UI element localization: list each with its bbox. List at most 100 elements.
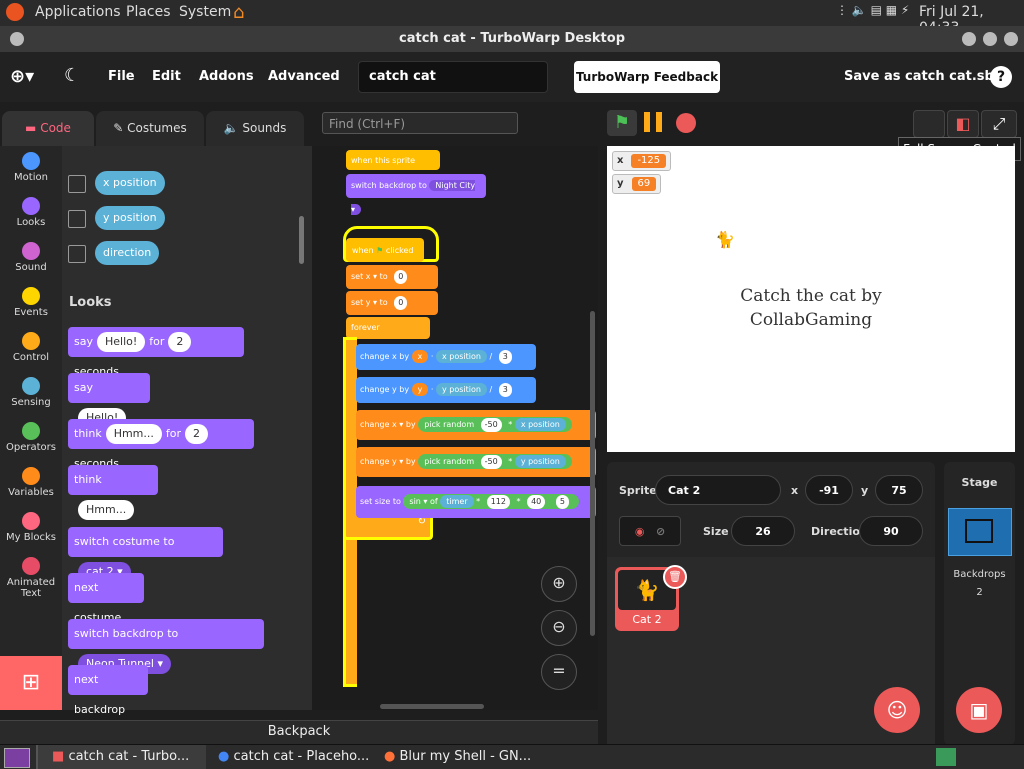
category-operators[interactable]: Operators — [0, 422, 62, 453]
backdrop-thumbnail[interactable] — [948, 508, 1012, 556]
x-variable-monitor[interactable]: x -125 — [612, 151, 672, 171]
change-y-var-block[interactable]: change y ▾ by pick random -50 * y positi… — [356, 447, 596, 477]
set-y-block[interactable]: set y ▾ to 0 — [346, 291, 438, 315]
set-size-block[interactable]: set size to sin ▾ of timer * 112 * 40 5 — [356, 486, 596, 518]
script-horizontal-scrollbar[interactable] — [380, 704, 484, 709]
when-sprite-clicked-block[interactable]: when this sprite clicked — [346, 150, 440, 187]
backdrops-count: 2 — [976, 587, 983, 598]
x-position-checkbox[interactable] — [68, 175, 86, 193]
think-block[interactable]: thinkHmm... — [68, 465, 158, 520]
tab-code[interactable]: ▬ Code — [2, 111, 94, 146]
category-menu: Motion Looks Sound Events Control Sensing Oper… — [0, 146, 62, 710]
say-for-block[interactable]: say Hello! for 2seconds — [68, 327, 244, 378]
eye-off-icon[interactable]: ⊘ — [656, 525, 665, 538]
sprite-name-input[interactable]: Cat 2 — [655, 475, 781, 505]
theme-moon-icon[interactable]: ☾ — [64, 65, 80, 86]
taskbar-item-turbowarp[interactable]: ■ catch cat - Turbo... — [36, 745, 206, 769]
direction-input[interactable]: 90 — [859, 516, 923, 546]
y-position-checkbox[interactable] — [68, 210, 86, 228]
advanced-menu[interactable]: Advanced — [268, 69, 340, 84]
save-button[interactable]: Save as catch cat.sb3 — [844, 69, 1003, 84]
small-stage-icon[interactable] — [913, 110, 945, 138]
switch-costume-block[interactable]: switch costume tocat 2 ▾ — [68, 527, 223, 582]
taskbar: ■ catch cat - Turbo... ● catch cat - Pla… — [0, 744, 1024, 769]
category-animated-text[interactable]: Animated Text — [0, 557, 62, 599]
feedback-button[interactable]: TurboWarp Feedback — [574, 61, 720, 93]
home-icon[interactable]: ⌂ — [233, 2, 244, 23]
category-sound[interactable]: Sound — [0, 242, 62, 273]
y-variable-monitor[interactable]: y 69 — [612, 174, 662, 194]
show-desktop-icon[interactable] — [4, 748, 30, 768]
category-variables[interactable]: Variables — [0, 467, 62, 498]
stop-icon[interactable] — [676, 113, 696, 133]
add-backdrop-button[interactable]: ▣ — [956, 687, 1002, 733]
find-input[interactable]: Find (Ctrl+F) — [322, 112, 518, 134]
size-input[interactable]: 26 — [731, 516, 795, 546]
file-menu[interactable]: File — [108, 69, 135, 84]
switch-backdrop-block[interactable]: switch backdrop toNeon Tunnel ▾ — [68, 619, 264, 674]
zoom-out-icon[interactable]: ⊖ — [541, 610, 577, 646]
language-globe-icon[interactable]: ⊕▾ — [10, 66, 34, 87]
palette-scrollbar[interactable] — [299, 216, 304, 264]
green-flag-icon[interactable]: ⚑ — [607, 110, 637, 136]
edit-menu[interactable]: Edit — [152, 69, 181, 84]
category-my-blocks[interactable]: My Blocks — [0, 512, 62, 543]
close-button[interactable] — [1004, 32, 1018, 46]
window-menu-icon[interactable] — [10, 32, 24, 46]
say-block[interactable]: sayHello! — [68, 373, 150, 428]
script-vertical-scrollbar[interactable] — [590, 311, 595, 636]
category-control[interactable]: Control — [0, 332, 62, 363]
minimize-button[interactable] — [962, 32, 976, 46]
tab-sounds[interactable]: 🔈 Sounds — [206, 111, 304, 146]
category-dot-icon — [22, 422, 40, 440]
switch-backdrop-script-block[interactable]: switch backdrop to Night City ▾ — [346, 174, 486, 215]
x-input[interactable]: -91 — [805, 475, 853, 505]
zoom-in-icon[interactable]: ⊕ — [541, 566, 577, 602]
fullscreen-icon[interactable]: ⤢ — [981, 110, 1017, 138]
y-input[interactable]: 75 — [875, 475, 923, 505]
zoom-reset-icon[interactable]: = — [541, 654, 577, 690]
taskbar-item-firefox[interactable]: ● Blur my Shell - GN... — [380, 745, 550, 769]
next-backdrop-block[interactable]: next backdrop — [68, 665, 148, 716]
project-title-input[interactable]: catch cat — [358, 61, 548, 93]
add-sprite-button[interactable]: ☺ — [874, 687, 920, 733]
tab-costumes[interactable]: ✎ Costumes — [96, 111, 204, 146]
change-y-by-block[interactable]: change y by y · y position / 3 — [356, 377, 536, 403]
system-menu[interactable]: System — [179, 4, 231, 20]
taskbar-item-chrome[interactable]: ● catch cat - Placeho... — [214, 745, 374, 769]
think-for-block[interactable]: think Hmm... for 2seconds — [68, 419, 254, 470]
next-costume-block[interactable]: next costume — [68, 573, 144, 624]
set-x-block[interactable]: set x ▾ to 0 — [346, 265, 438, 289]
ubuntu-logo-icon[interactable] — [6, 3, 24, 21]
y-position-reporter[interactable]: y position — [95, 206, 165, 230]
stage-selector-panel[interactable]: Stage Backdrops 2 ▣ — [944, 462, 1015, 745]
tray-icons[interactable]: ⋮ 🔈 ▤ ▦ ⚡ — [836, 3, 909, 17]
window-titlebar[interactable]: catch cat - TurboWarp Desktop — [0, 26, 1024, 52]
cat-sprite-icon[interactable]: 🐈 — [715, 230, 735, 249]
category-motion[interactable]: Motion — [0, 152, 62, 183]
stage-canvas[interactable]: 🐈 Catch the cat by CollabGaming — [607, 146, 1015, 452]
backpack[interactable]: Backpack — [0, 720, 598, 745]
when-flag-clicked-block[interactable]: when ⚑ clicked — [346, 238, 424, 262]
forever-block[interactable]: forever — [346, 317, 430, 339]
visibility-toggle[interactable]: ◉ ⊘ — [619, 516, 681, 546]
eye-icon[interactable]: ◉ — [635, 525, 645, 538]
change-x-var-block[interactable]: change x ▾ by pick random -50 * x positi… — [356, 410, 596, 440]
delete-sprite-icon[interactable]: 🗑 — [663, 565, 687, 589]
direction-reporter[interactable]: direction — [95, 241, 160, 265]
help-icon[interactable]: ? — [990, 66, 1012, 88]
addons-menu[interactable]: Addons — [199, 69, 254, 84]
places-menu[interactable]: Places — [126, 4, 171, 20]
change-x-by-block[interactable]: change x by x · x position / 3 — [356, 344, 536, 370]
direction-checkbox[interactable] — [68, 245, 86, 263]
x-position-reporter[interactable]: x position — [95, 171, 165, 195]
large-stage-icon[interactable]: ◧ — [947, 110, 979, 138]
category-looks[interactable]: Looks — [0, 197, 62, 228]
category-events[interactable]: Events — [0, 287, 62, 318]
applications-menu[interactable]: Applications — [35, 4, 121, 20]
category-sensing[interactable]: Sensing — [0, 377, 62, 408]
maximize-button[interactable] — [983, 32, 997, 46]
pause-icon[interactable] — [644, 112, 650, 132]
workspace-icon[interactable] — [936, 748, 956, 766]
add-extension-button[interactable]: ⊞ — [0, 656, 62, 710]
